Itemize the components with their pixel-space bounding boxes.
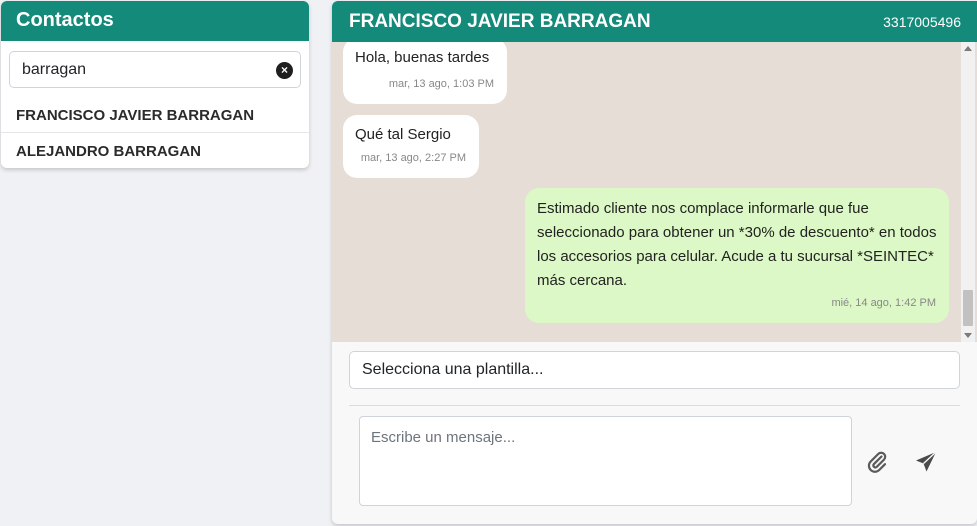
paperclip-icon[interactable] — [865, 450, 889, 474]
contacts-panel: Contactos × FRANCISCO JAVIER BARRAGAN AL… — [1, 1, 309, 168]
message-bubble-incoming: Qué tal Sergio mar, 13 ago, 2:27 PM — [343, 115, 479, 178]
message-bubble-outgoing: Estimado cliente nos complace informarle… — [525, 188, 949, 323]
chat-contact-name: FRANCISCO JAVIER BARRAGAN — [349, 11, 651, 32]
message-scrollbar[interactable] — [961, 42, 975, 342]
template-select[interactable]: Selecciona una plantilla... — [349, 351, 960, 389]
scroll-thumb[interactable] — [963, 290, 973, 326]
divider — [349, 405, 960, 406]
message-time: mié, 14 ago, 1:42 PM — [831, 297, 936, 309]
chat-header: FRANCISCO JAVIER BARRAGAN 3317005496 — [332, 1, 977, 42]
scroll-up-icon[interactable] — [964, 46, 972, 51]
chat-panel: FRANCISCO JAVIER BARRAGAN 3317005496 Hol… — [332, 1, 977, 524]
message-bubble-incoming: Hola, buenas tardes mar, 13 ago, 1:03 PM — [343, 42, 507, 104]
message-text: Qué tal Sergio — [355, 126, 451, 143]
contacts-title: Contactos — [1, 1, 309, 41]
contact-search-input[interactable] — [22, 60, 272, 80]
contact-item-alejandro[interactable]: ALEJANDRO BARRAGAN — [1, 133, 309, 168]
contact-item-francisco[interactable]: FRANCISCO JAVIER BARRAGAN — [1, 97, 309, 133]
message-input[interactable] — [359, 416, 852, 506]
message-list[interactable]: Hola, buenas tardes mar, 13 ago, 1:03 PM… — [332, 42, 977, 342]
chat-contact-phone: 3317005496 — [883, 14, 961, 30]
send-icon[interactable] — [914, 450, 938, 474]
contact-search-box: × — [9, 51, 301, 88]
scroll-down-icon[interactable] — [964, 333, 972, 338]
message-time: mar, 13 ago, 1:03 PM — [388, 78, 494, 90]
clear-icon[interactable]: × — [276, 62, 293, 79]
message-text: Estimado cliente nos complace informarle… — [537, 200, 937, 289]
message-text: Hola, buenas tardes — [355, 49, 490, 66]
message-time: mar, 13 ago, 2:27 PM — [360, 152, 466, 164]
